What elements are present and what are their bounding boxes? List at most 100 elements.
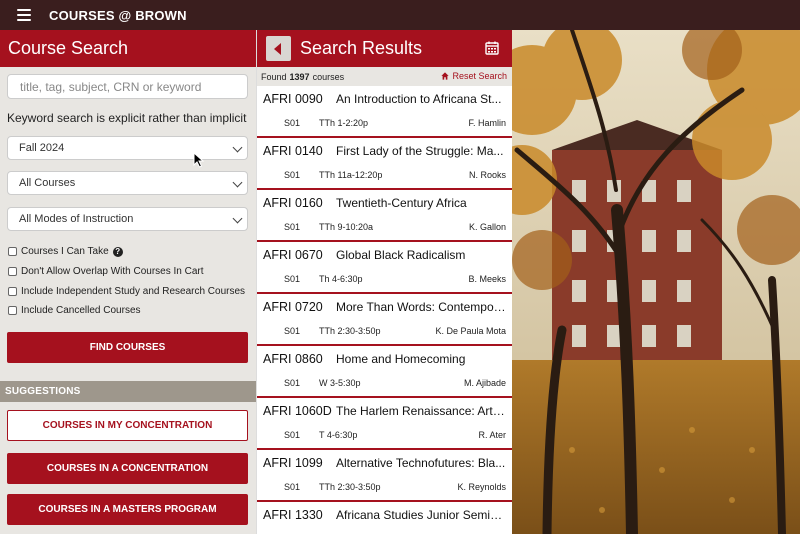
course-title: First Lady of the Struggle: Ma... — [336, 144, 504, 158]
reset-search-label: Reset Search — [452, 71, 507, 81]
course-code: AFRI 1060D — [263, 404, 332, 418]
term-select[interactable]: Fall 2024 — [7, 136, 248, 160]
top-bar: COURSES @ BROWN — [0, 0, 800, 30]
suggestions-header: SUGGESTIONS — [0, 381, 256, 402]
found-prefix: Found — [261, 71, 287, 82]
course-filter-value: All Courses — [19, 177, 76, 189]
course-section: S01 — [284, 378, 301, 388]
found-count: 1397 — [289, 71, 310, 82]
course-section: S01 — [284, 482, 301, 492]
course-instructor: K. De Paula Mota — [435, 326, 506, 336]
course-title: Home and Homecoming — [336, 352, 466, 366]
chevron-down-icon — [232, 177, 243, 188]
course-title: More Than Words: Contempor... — [336, 300, 506, 314]
campus-photo — [512, 30, 800, 534]
result-row[interactable]: AFRI 0860 Home and Homecoming S01 W 3-5:30p… — [257, 346, 512, 398]
independent-study-checkbox[interactable]: Include Independent Study and Research C… — [8, 286, 245, 297]
found-suffix: courses — [312, 71, 345, 82]
courses-i-can-take-checkbox[interactable]: Courses I Can Take ? — [8, 246, 123, 257]
course-time: W 3-5:30p — [319, 378, 361, 388]
course-title: Africana Studies Junior Seminar — [336, 508, 506, 522]
course-code: AFRI 0140 — [263, 144, 323, 158]
result-row[interactable]: AFRI 1099 Alternative Technofutures: Bla.… — [257, 450, 512, 502]
result-row[interactable]: AFRI 0670 Global Black Radicalism S01 Th 4-… — [257, 242, 512, 294]
results-count: Found 1397 courses Reset Search — [257, 67, 512, 86]
calendar-icon[interactable] — [485, 41, 499, 55]
search-results-header: Search Results — [257, 30, 512, 67]
course-section: S01 — [284, 430, 301, 440]
instruction-mode-select[interactable]: All Modes of Instruction — [7, 207, 248, 231]
chevron-down-icon — [232, 142, 243, 153]
search-results-title: Search Results — [300, 38, 423, 58]
checkbox-box[interactable] — [8, 267, 17, 276]
course-filter-select[interactable]: All Courses — [7, 171, 248, 195]
results-list: AFRI 0090 An Introduction to Africana St.… — [257, 86, 512, 534]
app-title: COURSES @ BROWN — [49, 7, 187, 23]
my-concentration-button[interactable]: COURSES IN MY CONCENTRATION — [7, 410, 248, 441]
course-section: S01 — [284, 118, 301, 128]
result-row[interactable]: AFRI 0090 An Introduction to Africana St.… — [257, 86, 512, 138]
course-time: TTh 1-2:20p — [319, 118, 369, 128]
home-icon — [441, 72, 450, 80]
course-instructor: M. Ajibade — [463, 378, 506, 388]
course-code: AFRI 0720 — [263, 300, 323, 314]
search-results-panel: Search Results Found 1397 courses Reset … — [256, 30, 512, 534]
result-row[interactable]: AFRI 0140 First Lady of the Struggle: Ma.… — [257, 138, 512, 190]
course-title: Global Black Radicalism — [336, 248, 466, 262]
keyword-note: Keyword search is explicit rather than i… — [7, 111, 247, 125]
find-courses-button[interactable]: FIND COURSES — [7, 332, 248, 363]
instruction-mode-value: All Modes of Instruction — [19, 213, 134, 225]
course-search-panel: Course Search Keyword search is explicit… — [0, 30, 256, 534]
course-code: AFRI 0160 — [263, 196, 323, 210]
course-section: S01 — [284, 274, 301, 284]
course-instructor: N. Rooks — [468, 170, 506, 180]
course-code: AFRI 1099 — [263, 456, 323, 470]
masters-program-button[interactable]: COURSES IN A MASTERS PROGRAM — [7, 494, 248, 525]
back-button[interactable] — [266, 36, 291, 61]
checkbox-label: Don't Allow Overlap With Courses In Cart — [21, 266, 204, 277]
course-time: T 4-6:30p — [319, 430, 358, 440]
course-time: Th 4-6:30p — [319, 274, 363, 284]
result-row[interactable]: AFRI 1060D The Harlem Renaissance: Art, .… — [257, 398, 512, 450]
checkbox-box[interactable] — [8, 306, 17, 315]
checkbox-box[interactable] — [8, 247, 17, 256]
reset-search-link[interactable]: Reset Search — [441, 71, 507, 81]
course-title: An Introduction to Africana St... — [336, 92, 502, 106]
course-time: TTh 2:30-3:50p — [319, 482, 381, 492]
course-section: S01 — [284, 170, 301, 180]
course-instructor: B. Meeks — [468, 274, 506, 284]
course-section: S01 — [284, 326, 301, 336]
course-code: AFRI 0670 — [263, 248, 323, 262]
course-instructor: K. Reynolds — [457, 482, 506, 492]
checkbox-label: Include Independent Study and Research C… — [21, 286, 246, 297]
result-row[interactable]: AFRI 0720 More Than Words: Contempor... S0… — [257, 294, 512, 346]
chevron-down-icon — [232, 213, 243, 224]
course-title: Twentieth-Century Africa — [336, 196, 467, 210]
course-code: AFRI 1330 — [263, 508, 323, 522]
hamburger-icon[interactable] — [17, 9, 31, 21]
concentration-button[interactable]: COURSES IN A CONCENTRATION — [7, 453, 248, 484]
course-code: AFRI 0090 — [263, 92, 323, 106]
course-instructor: F. Hamlin — [468, 118, 506, 128]
result-row[interactable]: AFRI 1330 Africana Studies Junior Seminar — [257, 502, 512, 534]
keyword-search-input[interactable] — [7, 74, 248, 99]
term-select-value: Fall 2024 — [19, 142, 65, 154]
checkbox-label: Include Cancelled Courses — [21, 305, 141, 316]
course-code: AFRI 0860 — [263, 352, 323, 366]
course-title: Alternative Technofutures: Bla... — [336, 456, 506, 470]
no-overlap-checkbox[interactable]: Don't Allow Overlap With Courses In Cart — [8, 266, 204, 277]
checkbox-box[interactable] — [8, 287, 17, 296]
caret-left-icon — [274, 42, 281, 55]
course-title: The Harlem Renaissance: Art, ... — [336, 404, 506, 418]
course-instructor: K. Gallon — [468, 222, 506, 232]
course-instructor: R. Ater — [478, 430, 506, 440]
course-search-heading: Course Search — [0, 30, 256, 67]
result-row[interactable]: AFRI 0160 Twentieth-Century Africa S01 TTh … — [257, 190, 512, 242]
course-time: TTh 11a-12:20p — [319, 170, 383, 180]
course-time: TTh 9-10:20a — [319, 222, 374, 232]
cancelled-courses-checkbox[interactable]: Include Cancelled Courses — [8, 305, 141, 316]
question-circle-icon[interactable]: ? — [112, 246, 123, 257]
course-time: TTh 2:30-3:50p — [319, 326, 381, 336]
checkbox-label: Courses I Can Take — [21, 246, 109, 257]
course-section: S01 — [284, 222, 301, 232]
